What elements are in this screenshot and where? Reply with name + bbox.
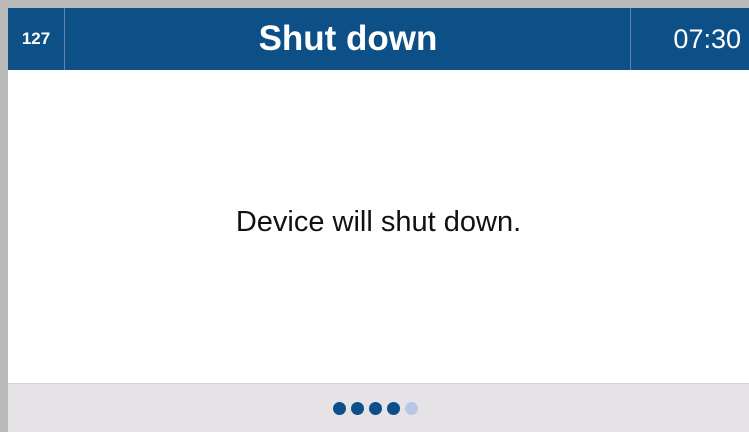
progress-dot: [333, 402, 346, 415]
shutdown-message: Device will shut down.: [235, 206, 522, 238]
progress-dot: [405, 402, 418, 415]
device-screen: 127 Shut down 07:30 Device will shut dow…: [8, 8, 749, 432]
progress-dot: [387, 402, 400, 415]
progress-dot: [369, 402, 382, 415]
clock-display: 07:30: [630, 8, 749, 70]
screen-title: Shut down: [258, 19, 438, 58]
footer-bar: [8, 383, 749, 432]
line-id-label: 127: [8, 8, 65, 70]
progress-dots: [333, 402, 418, 416]
progress-dot: [351, 402, 364, 415]
header-bar: 127 Shut down 07:30: [8, 8, 749, 70]
main-content: Device will shut down.: [8, 70, 749, 383]
